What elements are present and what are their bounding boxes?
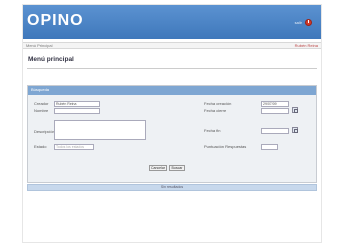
logout-icon[interactable] <box>305 19 312 26</box>
fecha-fin-label: Fecha fin <box>204 128 221 133</box>
descripcion-label: Descripción <box>34 129 55 134</box>
fecha-cierre-field[interactable] <box>261 108 289 114</box>
user-label[interactable]: salir <box>295 20 302 25</box>
fecha-creacion-field[interactable]: 29/07/09 <box>261 101 289 107</box>
nombre-label: Nombre <box>34 108 49 113</box>
title-divider <box>27 68 317 69</box>
page-frame: OPINO salir Menú Principal Rubén Reina M… <box>22 4 322 243</box>
fecha-cierre-calendar-icon[interactable] <box>292 107 298 113</box>
page-title: Menú principal <box>28 56 74 63</box>
creador-field[interactable]: Rubén Reina <box>54 101 100 107</box>
brand-logo: OPINO <box>27 12 84 29</box>
results-bar: Sin resultados <box>27 184 317 191</box>
descripcion-textarea[interactable] <box>54 120 146 140</box>
creador-label: Creador <box>34 101 49 106</box>
fecha-fin-calendar-icon[interactable] <box>292 127 298 133</box>
fecha-fin-field[interactable] <box>261 128 289 134</box>
puntuacion-field[interactable] <box>261 144 278 150</box>
search-button[interactable]: Buscar <box>169 165 185 171</box>
breadcrumb: Menú Principal Rubén Reina <box>23 42 321 49</box>
fecha-creacion-label: Fecha creación <box>204 101 232 106</box>
header-bar: OPINO salir <box>23 5 321 39</box>
fecha-cierre-label: Fecha cierre <box>204 108 227 113</box>
puntuacion-label: Puntuación Respuestas <box>204 144 247 149</box>
estado-label: Estado <box>34 144 47 149</box>
estado-select[interactable]: Todos los estados <box>54 144 94 150</box>
cancel-button[interactable]: Cancelar <box>149 165 167 171</box>
results-text: Sin resultados <box>160 185 184 189</box>
user-link[interactable]: Rubén Reina <box>295 43 318 48</box>
search-panel-title: Búsqueda <box>31 87 50 92</box>
search-panel: Búsqueda Creador Rubén Reina Nombre Desc… <box>27 85 317 183</box>
breadcrumb-current[interactable]: Menú Principal <box>26 43 52 48</box>
search-panel-header: Búsqueda <box>28 86 316 95</box>
nombre-field[interactable] <box>54 108 100 114</box>
user-area[interactable]: salir <box>295 19 312 26</box>
